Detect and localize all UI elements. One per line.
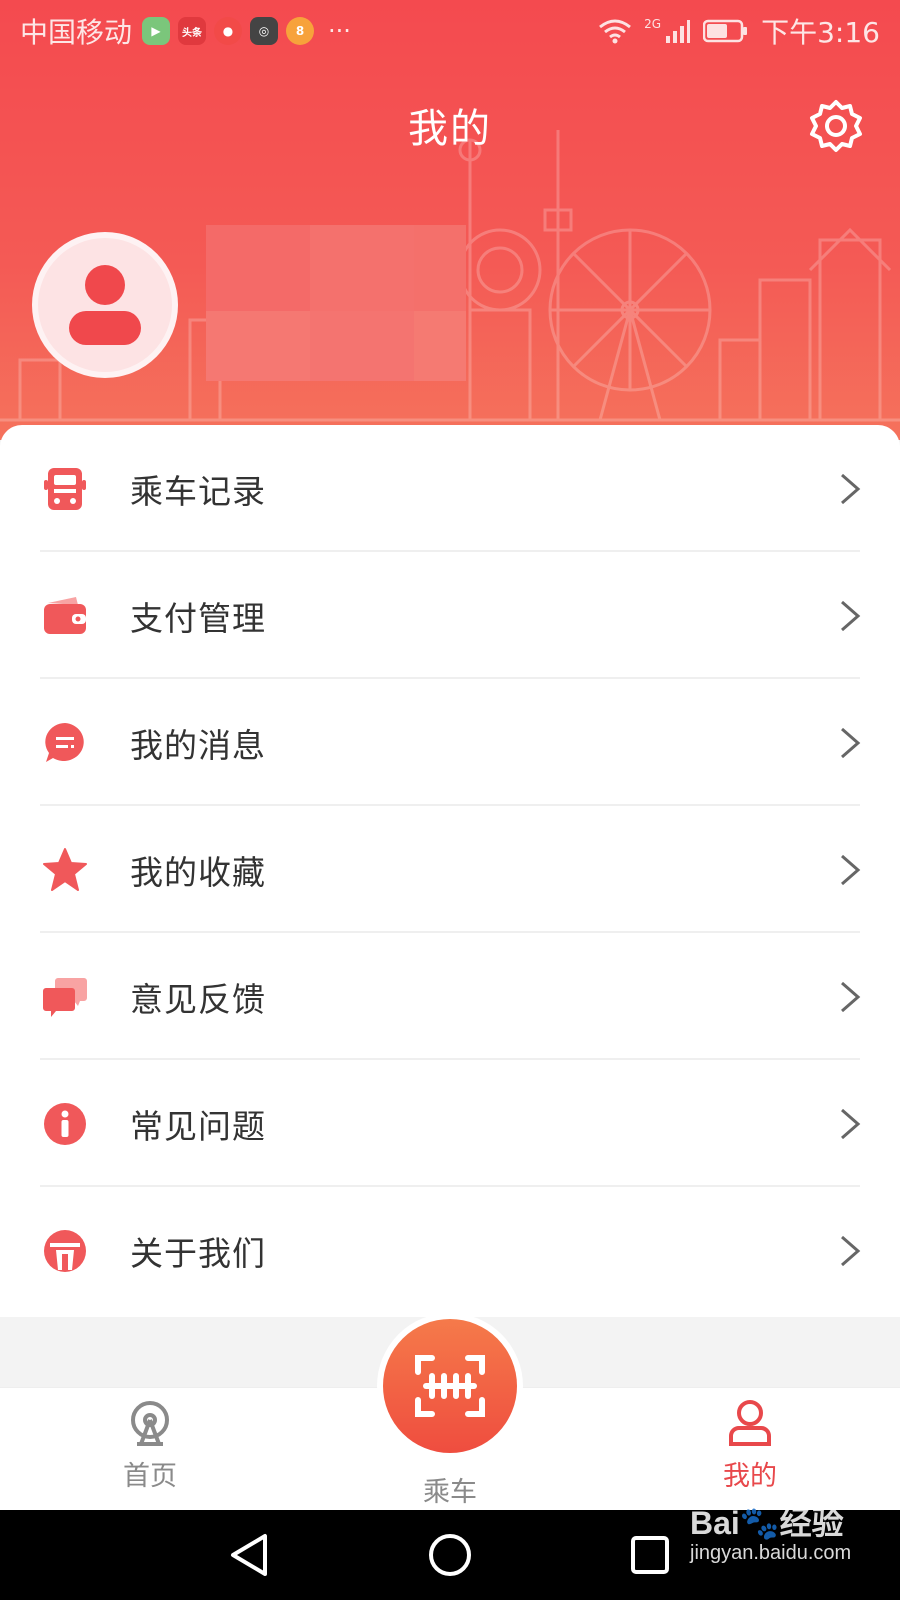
username-pixelated: [206, 225, 466, 381]
settings-button[interactable]: [808, 98, 864, 154]
chevron-right-icon: [841, 1235, 861, 1266]
ferris-wheel-icon: [131, 1401, 169, 1446]
message-icon: [45, 722, 84, 762]
network-type-label: 2G: [644, 17, 662, 31]
douyin-app-icon: ●: [214, 17, 243, 45]
news-app-icon: ◎: [250, 17, 279, 45]
wallet-icon: [44, 596, 86, 634]
menu-card: 乘车记录 支付管理 我的消息 我的收藏 意见反馈 常见问题 关于我们: [0, 425, 900, 1317]
home-circle-icon[interactable]: [425, 1530, 475, 1580]
tab-mine[interactable]: 我的: [700, 1388, 800, 1511]
kuaishou-app-icon: 8: [286, 17, 315, 45]
avatar[interactable]: [32, 232, 178, 378]
menu-item-label: 我的消息: [130, 725, 266, 765]
menu-item-label: 常见问题: [130, 1106, 266, 1146]
menu-item-messages[interactable]: 我的消息: [0, 679, 900, 806]
tab-ride-label: 乘车: [423, 1477, 477, 1508]
gear-icon: [810, 100, 862, 152]
menu-item-payment[interactable]: 支付管理: [0, 552, 900, 679]
menu-item-label: 意见反馈: [130, 979, 266, 1019]
watermark-brand: Bai🐾经验: [690, 1505, 844, 1541]
menu-item-label: 我的收藏: [130, 852, 266, 892]
menu-item-favorites[interactable]: 我的收藏: [0, 806, 900, 933]
chevron-right-icon: [841, 727, 861, 758]
battery-icon: [703, 19, 748, 43]
user-icon: [69, 265, 141, 345]
chevron-right-icon: [841, 473, 861, 504]
menu-item-ride-records[interactable]: 乘车记录: [0, 425, 900, 552]
tab-home-label: 首页: [123, 1461, 177, 1492]
toutiao-app-icon: 头条: [178, 17, 207, 45]
page-title: 我的: [408, 106, 492, 152]
baidu-jingyan-watermark: Bai🐾经验 jingyan.baidu.com: [690, 1498, 851, 1565]
menu-item-label: 乘车记录: [130, 471, 266, 511]
wifi-icon: [599, 19, 632, 44]
chevron-right-icon: [841, 854, 861, 885]
menu-item-feedback[interactable]: 意见反馈: [0, 933, 900, 1060]
clock: 下午3:16: [761, 16, 880, 49]
scan-ride-button[interactable]: [377, 1313, 523, 1459]
chevron-right-icon: [841, 1108, 861, 1139]
tab-home[interactable]: 首页: [100, 1388, 200, 1511]
menu-item-faq[interactable]: 常见问题: [0, 1060, 900, 1187]
menu-item-about[interactable]: 关于我们: [0, 1187, 900, 1314]
status-bar: 中国移动 ▶ 头条 ● ◎ 8 ··· 2G 下午3:16: [0, 0, 900, 62]
profile-header: 中国移动 ▶ 头条 ● ◎ 8 ··· 2G 下午3:16 我的: [0, 0, 900, 440]
ride-record-icon: [44, 467, 86, 510]
chevron-right-icon: [841, 981, 861, 1012]
info-icon: [44, 1102, 86, 1145]
video-app-icon: ▶: [142, 17, 171, 45]
signal-icon: [666, 20, 691, 43]
menu-item-label: 关于我们: [130, 1233, 266, 1273]
menu-item-label: 支付管理: [130, 598, 266, 638]
watermark-url: jingyan.baidu.com: [690, 1542, 852, 1564]
scan-qr-icon: [415, 1355, 485, 1417]
carrier-name: 中国移动: [20, 16, 133, 49]
about-icon: [44, 1229, 86, 1272]
star-icon: [43, 847, 87, 891]
more-notifications-icon: ···: [328, 17, 351, 45]
recents-square-icon[interactable]: [625, 1530, 675, 1580]
person-icon: [729, 1400, 771, 1446]
tab-mine-label: 我的: [723, 1461, 777, 1492]
back-triangle-icon[interactable]: [225, 1530, 275, 1580]
feedback-icon: [43, 977, 87, 1017]
chevron-right-icon: [841, 600, 861, 631]
scan-button-circle: [383, 1319, 517, 1453]
